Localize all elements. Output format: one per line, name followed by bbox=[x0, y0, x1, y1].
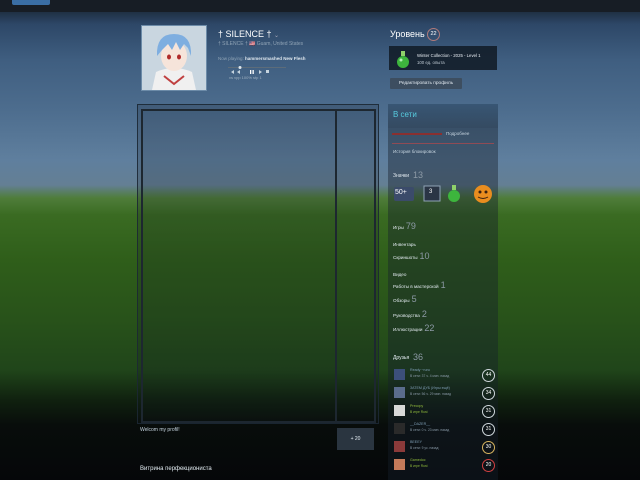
stat-artwork[interactable]: Иллюстрации 22 bbox=[393, 323, 434, 333]
badges-count: 13 bbox=[413, 170, 424, 180]
stat-count: 1 bbox=[440, 280, 446, 290]
chevron-down-icon[interactable]: ⌄ bbox=[274, 33, 279, 39]
friend-avatar bbox=[394, 441, 405, 452]
music-player[interactable]: vs vpp 100% stp 1 bbox=[226, 66, 288, 80]
friends-count: 36 bbox=[413, 352, 424, 362]
stat-reviews[interactable]: Обзоры 5 bbox=[393, 294, 417, 304]
stat-screenshots[interactable]: Скриншоты 10 bbox=[393, 251, 430, 261]
friend-avatar bbox=[394, 369, 405, 380]
stat-label: Иллюстрации bbox=[393, 327, 423, 332]
stat-label: Игры bbox=[393, 225, 404, 230]
friend-avatar bbox=[394, 423, 405, 434]
now-playing-track[interactable]: hammersmashed New Flesh bbox=[245, 56, 306, 61]
friend-avatar bbox=[394, 459, 405, 470]
profile-location: † SILENCE † 🇺🇸 Guam, United States bbox=[218, 41, 304, 47]
stat-workshop[interactable]: Работы в мастерской 1 bbox=[393, 280, 446, 290]
friend-item[interactable]: __DAZER__ В сети: 0 ч. 23 мин. назад 31 bbox=[392, 421, 496, 437]
friend-status: В сети: 56 ч. 29 мин. назад bbox=[410, 392, 452, 396]
stat-label: Обзоры bbox=[393, 298, 410, 303]
level-badge: 22 bbox=[427, 28, 440, 41]
friend-item[interactable]: Gamedoc В игре Rust 20 bbox=[392, 457, 496, 473]
friend-level: 31 bbox=[482, 405, 495, 418]
showcase-title: Витрина перфекциониста bbox=[140, 466, 212, 472]
stat-guides[interactable]: Руководства 2 bbox=[393, 309, 427, 319]
stat-count: 2 bbox=[421, 309, 427, 319]
friend-name: Precopy bbox=[410, 404, 424, 408]
friend-level: 30 bbox=[482, 441, 495, 454]
badge-xp: 100 ед. опыта bbox=[417, 60, 445, 65]
friend-status: В игре Rust bbox=[410, 410, 428, 414]
online-status: В сети bbox=[393, 110, 417, 119]
badge-row: 50+ 3 bbox=[392, 184, 497, 204]
friend-status: В игре Rust bbox=[410, 464, 428, 468]
more-link[interactable]: Подробнее bbox=[446, 131, 469, 136]
artwork-showcase-left[interactable] bbox=[141, 109, 337, 423]
divider bbox=[392, 143, 494, 144]
badge-icons[interactable] bbox=[392, 184, 497, 204]
profile-name-text: † SILENCE † bbox=[218, 29, 272, 39]
friend-item[interactable]: Ready ~ruru В сети: 37 ч. 4 мин. назад 4… bbox=[392, 367, 496, 383]
friend-name: Gamedoc bbox=[410, 458, 426, 462]
friend-name: ЗАТЕМ ДУБ (Игры ещё) bbox=[410, 386, 450, 390]
badge-3-label: 3 bbox=[429, 189, 433, 195]
now-playing-label: Now playing: bbox=[218, 56, 244, 61]
top-bar bbox=[0, 0, 640, 12]
artwork-showcase-right[interactable] bbox=[335, 109, 376, 423]
more-artwork-button[interactable]: + 20 bbox=[337, 428, 374, 450]
stat-count: 5 bbox=[411, 294, 417, 304]
friend-name: BEEEY bbox=[410, 440, 422, 444]
edit-profile-button[interactable]: Редактировать профиль bbox=[390, 78, 462, 89]
stat-label: Видео bbox=[393, 272, 407, 277]
friend-item[interactable]: BEEEY В сети: 9 ус. назад 30 bbox=[392, 439, 496, 455]
friend-status: В сети: 0 ч. 23 мин. назад bbox=[410, 428, 450, 432]
friend-status: В сети: 9 ус. назад bbox=[410, 446, 439, 450]
friend-level: 34 bbox=[482, 387, 495, 400]
friend-status: В сети: 37 ч. 4 мин. назад bbox=[410, 374, 450, 378]
friend-name: Ready ~ruru bbox=[410, 368, 430, 372]
badge-50-label: 50+ bbox=[395, 189, 407, 196]
friend-level: 31 bbox=[482, 423, 495, 436]
player-labels: vs vpp 100% stp 1 bbox=[229, 75, 262, 80]
badge-title: Winter Collection - 2025 - Level 1 bbox=[417, 53, 481, 58]
friend-level: 44 bbox=[482, 369, 495, 382]
friends-label[interactable]: Друзья bbox=[393, 355, 409, 361]
stat-label: Руководства bbox=[393, 313, 420, 318]
stat-count: 10 bbox=[419, 251, 430, 261]
welcome-text: Welcom my profil! bbox=[140, 427, 180, 433]
avatar-image bbox=[142, 26, 206, 90]
stat-videos[interactable]: Видео bbox=[393, 268, 408, 278]
stat-label: Работы в мастерской bbox=[393, 284, 439, 289]
badges-label[interactable]: Значки bbox=[393, 173, 409, 179]
ban-history-link[interactable]: История блокировок bbox=[393, 149, 436, 154]
stat-count: 79 bbox=[405, 221, 416, 231]
featured-badge[interactable]: Winter Collection - 2025 - Level 1 100 е… bbox=[389, 46, 497, 70]
stat-label: Скриншоты bbox=[393, 255, 418, 260]
friend-item[interactable]: ЗАТЕМ ДУБ (Игры ещё) В сети: 56 ч. 29 ми… bbox=[392, 385, 496, 401]
potion-icon bbox=[397, 51, 409, 68]
stat-games[interactable]: Игры 79 bbox=[393, 221, 416, 231]
friend-item[interactable]: Precopy В игре Rust 31 bbox=[392, 403, 496, 419]
profile-name: † SILENCE † ⌄ bbox=[218, 29, 279, 39]
stat-label: Инвентарь bbox=[393, 242, 416, 247]
now-playing: Now playing: hammersmashed New Flesh bbox=[218, 56, 306, 61]
friend-avatar bbox=[394, 387, 405, 398]
avatar[interactable] bbox=[141, 25, 207, 91]
install-button[interactable] bbox=[12, 0, 50, 5]
stat-inventory[interactable]: Инвентарь bbox=[393, 238, 418, 248]
ban-stripe-icon bbox=[392, 133, 442, 135]
friend-name: __DAZER__ bbox=[410, 422, 431, 426]
friend-level: 20 bbox=[482, 459, 495, 472]
friend-avatar bbox=[394, 405, 405, 416]
stat-count: 22 bbox=[424, 323, 435, 333]
level-title: Уровень bbox=[390, 29, 425, 39]
